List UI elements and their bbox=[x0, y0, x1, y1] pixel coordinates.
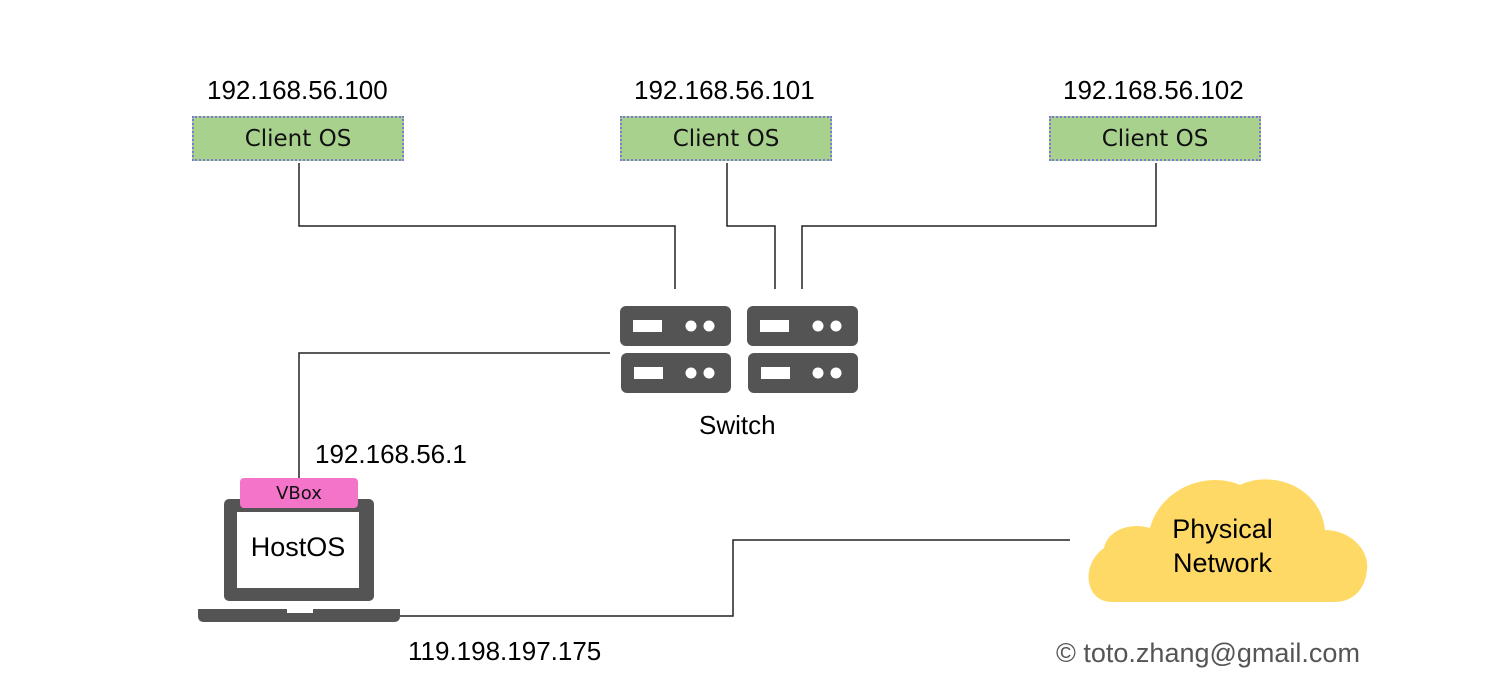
wire-client-1-to-switch bbox=[298, 163, 676, 289]
client-1-ip: 192.168.56.100 bbox=[207, 75, 388, 105]
copyright-text: © toto.zhang@gmail.com bbox=[1056, 638, 1360, 668]
switch-icon bbox=[620, 306, 858, 393]
wire-client-2-to-switch bbox=[726, 163, 776, 289]
cloud-label-line1: Physical bbox=[1172, 514, 1273, 544]
server-unit bbox=[747, 306, 858, 346]
server-unit bbox=[748, 353, 858, 393]
cloud-label-line2: Network bbox=[1172, 548, 1273, 578]
client-2-node[interactable]: Client OS bbox=[620, 116, 832, 161]
host-os-label: HostOS bbox=[250, 531, 346, 562]
client-3-node[interactable]: Client OS bbox=[1049, 116, 1261, 161]
client-1-node[interactable]: Client OS bbox=[192, 116, 404, 161]
physical-network-label: Physical Network bbox=[1120, 512, 1325, 580]
host-internal-ip: 192.168.56.1 bbox=[315, 439, 467, 469]
host-external-ip: 119.198.197.175 bbox=[408, 636, 602, 666]
client-2-ip: 192.168.56.101 bbox=[634, 75, 815, 105]
switch-label: Switch bbox=[699, 410, 776, 440]
wire-host-to-physical-network bbox=[400, 539, 1070, 617]
wire-client-3-to-switch bbox=[801, 163, 1157, 289]
server-unit bbox=[621, 353, 731, 393]
client-3-ip: 192.168.56.102 bbox=[1063, 75, 1244, 105]
vbox-badge[interactable]: VBox bbox=[240, 478, 358, 508]
server-unit bbox=[620, 306, 731, 346]
